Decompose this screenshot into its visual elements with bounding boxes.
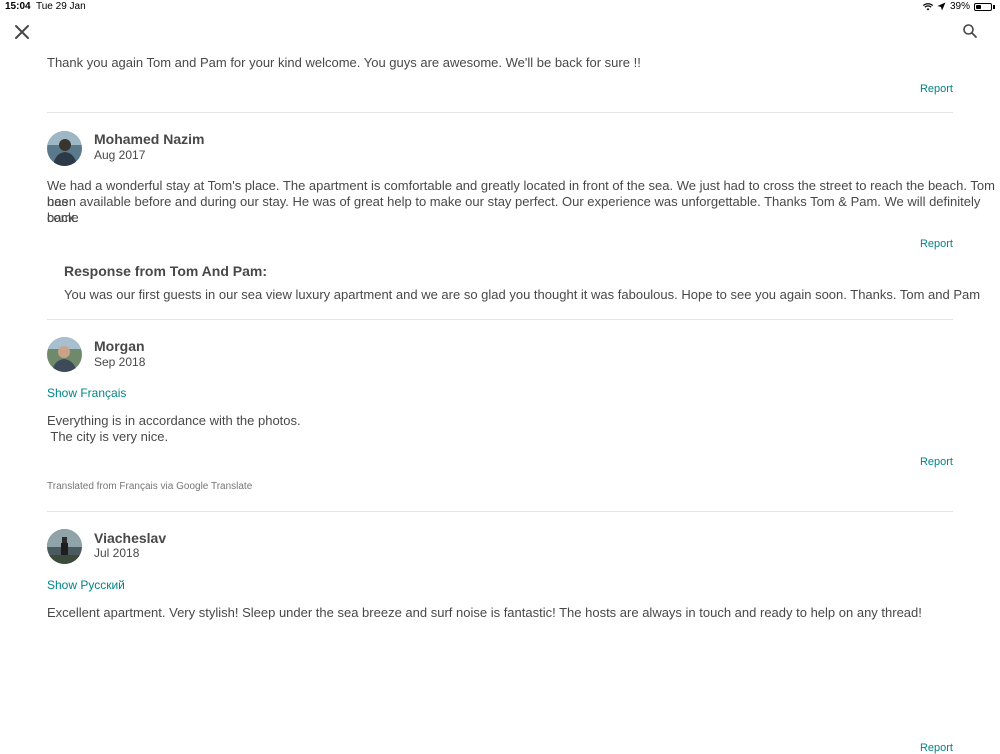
- host-response-text: You was our first guests in our sea view…: [64, 287, 981, 302]
- close-icon[interactable]: [12, 22, 32, 42]
- report-link[interactable]: Report: [920, 83, 953, 95]
- previous-review-text: Thank you again Tom and Pam for your kin…: [47, 55, 641, 70]
- location-arrow-icon: [937, 2, 946, 11]
- reviewer-name: Viacheslav: [94, 530, 167, 546]
- top-bar: [0, 14, 1000, 44]
- battery-fill: [976, 4, 981, 9]
- report-link[interactable]: Report: [920, 238, 953, 250]
- review-date: Aug 2017: [94, 148, 146, 162]
- avatar: [47, 337, 82, 372]
- status-date: Tue 29 Jan: [36, 1, 86, 12]
- status-icons: 39%: [922, 1, 995, 12]
- review-date: Sep 2018: [94, 355, 146, 369]
- battery-percent: 39%: [949, 1, 970, 12]
- host-response-title: Response from Tom And Pam:: [64, 263, 268, 279]
- status-bar: 15:04 Tue 29 Jan 39%: [0, 0, 1000, 14]
- reviewer-name: Morgan: [94, 338, 145, 354]
- divider: [47, 511, 953, 512]
- wifi-icon: [922, 2, 933, 10]
- review-date: Jul 2018: [94, 546, 140, 560]
- status-time: 15:04: [5, 1, 31, 12]
- search-icon[interactable]: [962, 23, 978, 39]
- reviews-page: 15:04 Tue 29 Jan 39% Thank you again Tom…: [0, 0, 1000, 754]
- translation-note: Translated from Français via Google Tran…: [47, 481, 253, 492]
- avatar: [47, 131, 82, 166]
- previous-review-cut-line: [47, 41, 547, 48]
- reviewer-name: Mohamed Nazim: [94, 131, 205, 147]
- divider: [47, 319, 953, 320]
- review-text-line: The city is very nice.: [47, 429, 169, 444]
- show-original-language-link[interactable]: Show Русский: [47, 578, 125, 592]
- report-link[interactable]: Report: [920, 742, 953, 754]
- show-original-language-link[interactable]: Show Français: [47, 386, 126, 400]
- review-text: Excellent apartment. Very stylish! Sleep…: [47, 605, 922, 620]
- review-text-line: Everything is in accordance with the pho…: [47, 413, 301, 428]
- battery-tip: [993, 4, 995, 9]
- report-link[interactable]: Report: [920, 456, 953, 468]
- divider: [47, 112, 953, 113]
- battery-icon: [974, 2, 992, 11]
- avatar: [47, 529, 82, 564]
- review-text-line: back.: [47, 210, 79, 225]
- review-text-line: been available before and during our sta…: [47, 194, 981, 225]
